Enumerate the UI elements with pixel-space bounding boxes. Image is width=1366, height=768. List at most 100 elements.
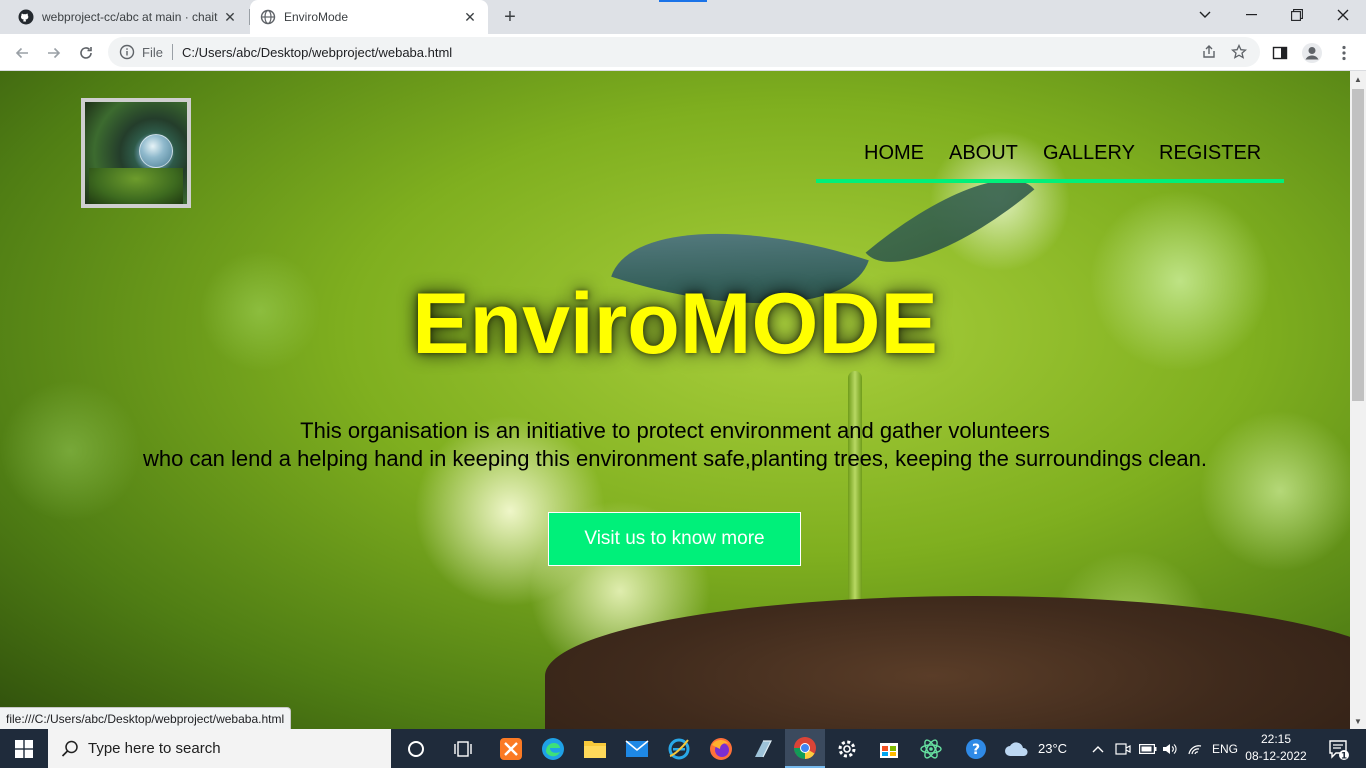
tab-search-button[interactable] (1182, 0, 1228, 30)
internet-explorer-app[interactable] (659, 729, 699, 768)
side-panel-button[interactable] (1266, 39, 1294, 67)
wifi-icon[interactable] (1187, 729, 1203, 768)
arrow-left-icon (15, 47, 28, 59)
firefox-icon (710, 737, 732, 760)
mail-app[interactable] (617, 729, 657, 768)
forward-button[interactable] (40, 39, 68, 67)
notes-icon (755, 739, 772, 757)
cloud-icon (1005, 741, 1028, 756)
close-window-button[interactable] (1320, 0, 1366, 30)
cortana-button[interactable] (396, 729, 436, 768)
meet-now-icon[interactable] (1115, 729, 1131, 768)
atom-app[interactable] (911, 729, 951, 768)
hero-title: EnviroMODE (412, 276, 938, 372)
nav-home-link[interactable]: HOME (864, 141, 924, 165)
tab-github[interactable]: webproject-cc/abc at main · chait ✕ (8, 0, 248, 34)
reload-button[interactable] (72, 39, 100, 67)
scroll-thumb[interactable] (1352, 89, 1364, 401)
task-view-button[interactable] (443, 729, 483, 768)
help-app[interactable]: ? (957, 729, 997, 768)
side-panel-icon (1272, 46, 1288, 60)
svg-text:?: ? (972, 742, 980, 758)
link-status-bubble: file:///C:/Users/abc/Desktop/webproject/… (0, 707, 292, 729)
url-text: C:/Users/abc/Desktop/webproject/webaba.h… (181, 44, 453, 60)
system-clock[interactable]: 22:15 08-12-2022 (1240, 731, 1312, 765)
menu-button[interactable] (1330, 39, 1358, 67)
hidden-icons-button[interactable] (1092, 729, 1104, 768)
back-button[interactable] (8, 39, 36, 67)
hero-description: This organisation is an initiative to pr… (0, 417, 1350, 473)
mail-icon (625, 739, 649, 757)
address-bar[interactable]: File C:/Users/abc/Desktop/webproject/web… (108, 37, 1260, 67)
restore-icon (1291, 9, 1303, 21)
kebab-menu-icon (1342, 45, 1346, 61)
reload-icon (80, 47, 92, 59)
tab-strip: webproject-cc/abc at main · chait ✕ Envi… (0, 0, 1366, 34)
chevron-down-icon (1199, 11, 1211, 18)
windows-logo-icon (15, 739, 33, 758)
main-nav: HOME ABOUT GALLERY REGISTER (816, 141, 1284, 183)
background-soil (545, 596, 1350, 729)
notification-count: 1 (1341, 751, 1347, 760)
bookmark-star-icon[interactable] (1230, 43, 1248, 61)
globe-icon (139, 134, 173, 168)
nav-about-link[interactable]: ABOUT (949, 141, 1018, 165)
logo-moss (89, 168, 183, 204)
chrome-app[interactable] (785, 729, 825, 768)
store-app[interactable] (869, 729, 909, 768)
edge-app[interactable] (533, 729, 573, 768)
search-icon (60, 739, 80, 759)
clock-date: 08-12-2022 (1245, 749, 1307, 763)
weather-temperature: 23°C (1038, 741, 1068, 756)
visit-us-button[interactable]: Visit us to know more (548, 512, 801, 566)
chevron-up-icon (1092, 745, 1104, 752)
xampp-icon (500, 737, 522, 760)
nav-gallery-link[interactable]: GALLERY (1043, 141, 1135, 165)
arrow-right-icon (48, 47, 61, 59)
file-explorer-app[interactable] (575, 729, 615, 768)
profile-button[interactable] (1298, 39, 1326, 67)
close-icon[interactable]: ✕ (222, 9, 238, 25)
windows-taskbar: Type here to search ? 23°C ENG 22:15 08-… (0, 729, 1366, 768)
close-icon[interactable]: ✕ (462, 9, 478, 25)
description-line-1: This organisation is an initiative to pr… (300, 418, 1050, 443)
nav-register-link[interactable]: REGISTER (1159, 141, 1261, 165)
minimize-button[interactable] (1228, 0, 1274, 30)
firefox-app[interactable] (701, 729, 741, 768)
cortana-circle-icon (408, 740, 424, 757)
notes-app[interactable] (743, 729, 783, 768)
restore-button[interactable] (1274, 0, 1320, 30)
battery-icon[interactable] (1139, 729, 1157, 768)
globe-icon (260, 9, 276, 25)
xampp-app[interactable] (491, 729, 531, 768)
taskbar-search-box[interactable]: Type here to search (48, 729, 391, 768)
url-scheme: File (142, 44, 163, 60)
close-icon (1337, 9, 1349, 21)
tab-enviromode[interactable]: EnviroMode ✕ (250, 0, 488, 34)
language-indicator[interactable]: ENG (1212, 729, 1238, 768)
page-scrollbar[interactable]: ▲ ▼ (1350, 71, 1366, 729)
action-center-button[interactable]: 1 (1318, 729, 1358, 768)
store-icon (880, 742, 898, 758)
avatar-icon (1302, 43, 1322, 63)
atom-icon (920, 738, 942, 759)
info-icon[interactable] (118, 43, 136, 61)
settings-app[interactable] (827, 729, 867, 768)
weather-widget[interactable]: 23°C (1004, 729, 1067, 768)
site-logo (81, 98, 191, 208)
page-viewport: HOME ABOUT GALLERY REGISTER EnviroMODE T… (0, 71, 1350, 729)
edge-icon (542, 737, 564, 760)
start-button[interactable] (0, 729, 48, 768)
share-icon[interactable] (1200, 43, 1218, 61)
tab-title: EnviroMode (284, 10, 349, 24)
folder-icon (584, 740, 606, 758)
task-view-icon (454, 740, 472, 757)
search-placeholder: Type here to search (88, 740, 221, 757)
scroll-up-arrow-icon[interactable]: ▲ (1350, 71, 1366, 87)
chrome-icon (794, 736, 816, 759)
new-tab-button[interactable]: + (498, 5, 522, 29)
volume-icon[interactable] (1162, 729, 1178, 768)
divider (171, 44, 173, 60)
help-icon: ? (966, 738, 986, 759)
scroll-down-arrow-icon[interactable]: ▼ (1350, 713, 1366, 729)
